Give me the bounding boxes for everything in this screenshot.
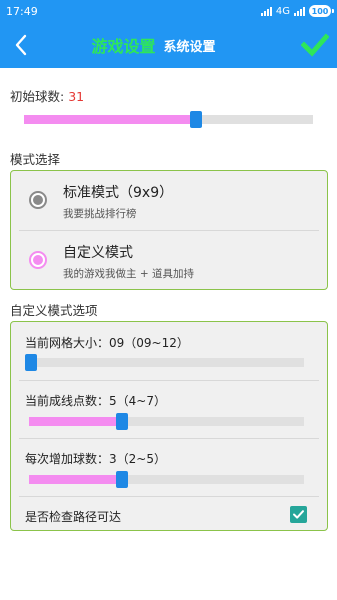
battery-icon: 100: [309, 5, 334, 17]
mode-option-custom[interactable]: 自定义模式 我的游戏我做主 + 道具加持: [11, 231, 327, 290]
radio-custom[interactable]: [29, 251, 47, 269]
status-bar: 17:49 4G 100: [0, 0, 337, 22]
signal-icon: [260, 6, 272, 16]
mode-subtitle-standard: 我要挑战排行榜: [63, 208, 137, 220]
app-bar: 游戏设置 系统设置: [0, 22, 337, 68]
custom-options-heading: 自定义模式选项: [10, 303, 98, 318]
tab-system-settings[interactable]: 系统设置: [164, 36, 216, 55]
network-type: 4G: [275, 5, 290, 17]
radio-dot: [33, 195, 43, 205]
slider-fill: [29, 475, 122, 484]
divider: [19, 380, 319, 381]
mode-select-heading: 模式选择: [10, 152, 61, 167]
mode-title-standard: 标准模式（9x9）: [63, 185, 174, 201]
grid-size-slider[interactable]: [25, 354, 304, 371]
confirm-button[interactable]: [300, 31, 330, 59]
slider-thumb[interactable]: [25, 354, 37, 371]
initial-balls-value: 31: [68, 89, 85, 104]
check-path-label: 是否检查路径可达: [25, 510, 122, 524]
divider: [19, 496, 319, 497]
line-points-label: 当前成线点数：5（4~7）: [25, 394, 166, 408]
slider-fill: [29, 417, 122, 426]
tab-game-settings[interactable]: 游戏设置: [91, 33, 155, 57]
initial-balls-label: 初始球数: 31: [10, 86, 84, 105]
slider-fill: [24, 115, 196, 124]
check-path-checkbox[interactable]: [290, 506, 307, 523]
checkmark-icon: [300, 33, 330, 57]
initial-balls-slider[interactable]: [24, 111, 313, 128]
slider-thumb[interactable]: [116, 413, 128, 430]
signal-icon-2: [294, 6, 305, 16]
radio-standard[interactable]: [29, 191, 47, 209]
divider: [19, 438, 319, 439]
initial-balls-text: 初始球数:: [10, 89, 65, 104]
mode-option-standard[interactable]: 标准模式（9x9） 我要挑战排行榜: [11, 171, 327, 230]
radio-dot: [33, 255, 43, 265]
balls-per-turn-label: 每次增加球数：3（2~5）: [25, 452, 166, 466]
slider-thumb[interactable]: [116, 471, 128, 488]
check-icon: [293, 510, 304, 519]
mode-title-custom: 自定义模式: [63, 245, 133, 261]
grid-size-label: 当前网格大小：09（09~12）: [25, 336, 189, 350]
custom-options-box: 当前网格大小：09（09~12） 当前成线点数：5（4~7） 每次增加球数：3（…: [10, 321, 328, 531]
mode-select-box: 标准模式（9x9） 我要挑战排行榜 自定义模式 我的游戏我做主 + 道具加持: [10, 170, 328, 290]
status-time: 17:49: [6, 4, 38, 18]
status-icons: 4G 100: [260, 5, 334, 17]
title-tabs: 游戏设置 系统设置: [0, 22, 337, 68]
slider-thumb[interactable]: [190, 111, 202, 128]
line-points-slider[interactable]: [29, 413, 304, 430]
balls-per-turn-slider[interactable]: [29, 471, 304, 488]
mode-subtitle-custom: 我的游戏我做主 + 道具加持: [63, 268, 194, 280]
